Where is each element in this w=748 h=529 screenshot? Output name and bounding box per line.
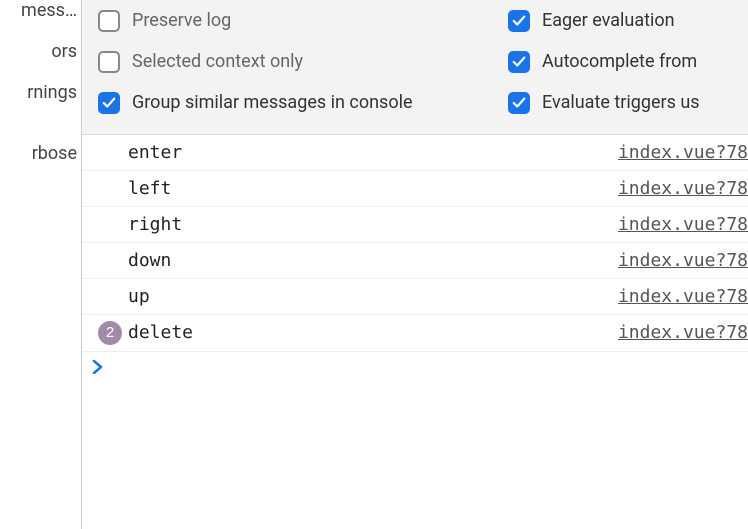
sidebar-item-info[interactable] bbox=[0, 113, 81, 133]
chevron-right-icon bbox=[92, 358, 104, 379]
console-prompt[interactable] bbox=[82, 352, 748, 385]
sidebar-item-errors[interactable]: ors bbox=[0, 31, 81, 72]
console-settings: Preserve log Selected context only Group… bbox=[82, 0, 748, 135]
log-source-link[interactable]: index.vue?78 bbox=[618, 178, 748, 199]
check-icon bbox=[512, 55, 526, 69]
checkbox-group-similar[interactable] bbox=[98, 92, 120, 114]
check-icon bbox=[102, 96, 116, 110]
setting-eager-eval: Eager evaluation bbox=[502, 0, 738, 41]
log-row: enter index.vue?78 bbox=[82, 135, 748, 171]
setting-label: Selected context only bbox=[132, 49, 303, 74]
log-count-badge: 2 bbox=[98, 321, 122, 345]
log-message: enter bbox=[128, 142, 618, 163]
log-source-link[interactable]: index.vue?78 bbox=[618, 322, 748, 343]
log-row: down index.vue?78 bbox=[82, 243, 748, 279]
log-row: 2 delete index.vue?78 bbox=[82, 315, 748, 352]
checkbox-selected-context[interactable] bbox=[98, 51, 120, 73]
log-source-link[interactable]: index.vue?78 bbox=[618, 250, 748, 271]
checkbox-autocomplete[interactable] bbox=[508, 51, 530, 73]
setting-label: Preserve log bbox=[132, 8, 231, 33]
setting-group-similar: Group similar messages in console bbox=[92, 82, 502, 123]
setting-preserve-log: Preserve log bbox=[92, 0, 502, 41]
sidebar-item-verbose[interactable]: rbose bbox=[0, 133, 81, 174]
setting-label: Group similar messages in console bbox=[132, 90, 413, 115]
checkbox-evaluate-triggers[interactable] bbox=[508, 92, 530, 114]
log-message: right bbox=[128, 214, 618, 235]
checkbox-eager-eval[interactable] bbox=[508, 10, 530, 32]
setting-evaluate-triggers: Evaluate triggers us bbox=[502, 82, 738, 123]
log-message: up bbox=[128, 286, 618, 307]
setting-autocomplete: Autocomplete from bbox=[502, 41, 738, 82]
sidebar: mess… ors rnings rbose bbox=[0, 0, 82, 529]
checkbox-preserve-log[interactable] bbox=[98, 10, 120, 32]
log-row: right index.vue?78 bbox=[82, 207, 748, 243]
log-message: delete bbox=[128, 322, 618, 343]
sidebar-item-messages[interactable]: mess… bbox=[0, 0, 81, 31]
log-message: down bbox=[128, 250, 618, 271]
setting-label: Autocomplete from bbox=[542, 49, 697, 74]
log-row: up index.vue?78 bbox=[82, 279, 748, 315]
log-row: left index.vue?78 bbox=[82, 171, 748, 207]
log-message: left bbox=[128, 178, 618, 199]
setting-label: Evaluate triggers us bbox=[542, 90, 700, 115]
log-source-link[interactable]: index.vue?78 bbox=[618, 286, 748, 307]
setting-label: Eager evaluation bbox=[542, 8, 675, 33]
sidebar-item-warnings[interactable]: rnings bbox=[0, 72, 81, 113]
setting-selected-context: Selected context only bbox=[92, 41, 502, 82]
check-icon bbox=[512, 14, 526, 28]
console-output: enter index.vue?78 left index.vue?78 rig… bbox=[82, 135, 748, 529]
check-icon bbox=[512, 96, 526, 110]
log-source-link[interactable]: index.vue?78 bbox=[618, 214, 748, 235]
log-source-link[interactable]: index.vue?78 bbox=[618, 142, 748, 163]
